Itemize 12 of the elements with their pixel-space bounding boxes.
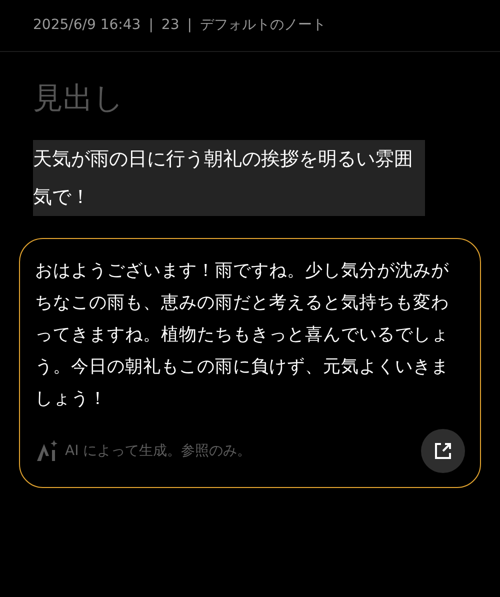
heading-field[interactable]: 見出し: [33, 76, 467, 120]
notebook-name[interactable]: デフォルトのノート: [200, 15, 326, 36]
ai-response-text: おはようございます！雨ですね。少し気分が沈みがちなこの雨も、恵みの雨だと考えると気持ちも変わってきますね。植物たちもきっと喜んでいるでしょう。今日の朝礼もこの雨に負けず、元気よくいきましょう！: [35, 260, 450, 411]
ai-disclaimer: AI によって生成。参照のみ。: [65, 442, 252, 460]
separator: |: [187, 16, 192, 35]
open-external-button[interactable]: [421, 429, 465, 473]
separator: |: [148, 16, 154, 35]
open-external-icon: [433, 441, 453, 461]
ai-sparkle-icon: [35, 439, 59, 463]
note-date: 2025/6/9 16:43: [33, 16, 141, 35]
character-count: 23: [161, 16, 180, 35]
prompt-text[interactable]: 天気が雨の日に行う朝礼の挨拶を明るい雰囲気で！: [33, 140, 425, 216]
